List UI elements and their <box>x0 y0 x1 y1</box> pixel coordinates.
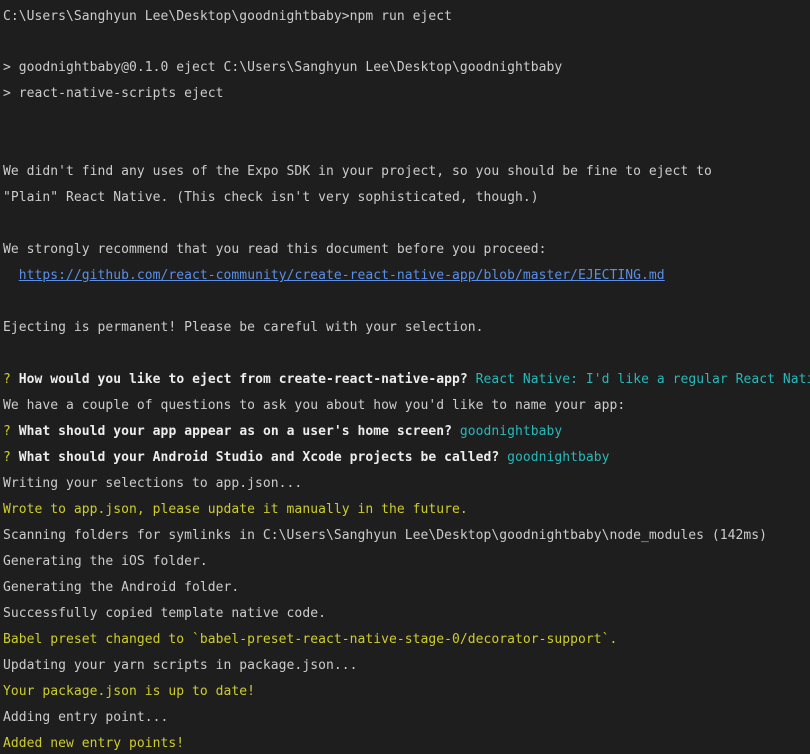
babel-preset-line: Babel preset changed to `babel-preset-re… <box>3 632 618 647</box>
generating-ios-line: Generating the iOS folder. <box>3 554 208 569</box>
question-text: What should your Android Studio and Xcod… <box>18 450 500 465</box>
recommend-line: We strongly recommend that you read this… <box>3 242 547 257</box>
npm-script-header-line: > goodnightbaby@0.1.0 eject C:\Users\San… <box>3 60 563 75</box>
question-text: How would you like to eject from create-… <box>18 372 468 387</box>
eject-method-question: ? How would you like to eject from creat… <box>3 364 810 390</box>
home-screen-name-question: ? What should your app appear as on a us… <box>3 416 810 442</box>
prompt-command-line: C:\Users\Sanghyun Lee\Desktop\goodnightb… <box>3 9 452 24</box>
scanning-symlinks-line: Scanning folders for symlinks in C:\User… <box>3 528 768 543</box>
question-mark: ? <box>3 372 11 387</box>
question-mark: ? <box>3 450 11 465</box>
project-name-question: ? What should your Android Studio and Xc… <box>3 442 810 468</box>
npm-script-command-line: > react-native-scripts eject <box>3 86 224 101</box>
expo-check-line-2: "Plain" React Native. (This check isn't … <box>3 190 539 205</box>
answer-text: goodnightbaby <box>507 450 610 465</box>
permanent-warning-line: Ejecting is permanent! Please be careful… <box>3 320 484 335</box>
package-up-to-date-line: Your package.json is up to date! <box>3 684 256 699</box>
writing-selections-line: Writing your selections to app.json... <box>3 476 303 491</box>
wrote-app-json-line: Wrote to app.json, please update it manu… <box>3 502 468 517</box>
updating-yarn-line: Updating your yarn scripts in package.js… <box>3 658 358 673</box>
answer-text: React Native: I'd like a regular React N… <box>475 372 810 387</box>
question-text: What should your app appear as on a user… <box>18 424 452 439</box>
added-entry-points-line: Added new entry points! <box>3 736 185 751</box>
naming-intro-line: We have a couple of questions to ask you… <box>3 398 626 413</box>
terminal-output[interactable]: C:\Users\Sanghyun Lee\Desktop\goodnightb… <box>3 0 810 754</box>
doc-link-line: https://github.com/react-community/creat… <box>3 260 810 286</box>
generating-android-line: Generating the Android folder. <box>3 580 240 595</box>
expo-check-line-1: We didn't find any uses of the Expo SDK … <box>3 164 712 179</box>
copied-template-line: Successfully copied template native code… <box>3 606 326 621</box>
answer-text: goodnightbaby <box>459 424 563 439</box>
adding-entry-point-line: Adding entry point... <box>3 710 169 725</box>
ejecting-doc-link[interactable]: https://github.com/react-community/creat… <box>19 268 665 283</box>
question-mark: ? <box>3 424 11 439</box>
